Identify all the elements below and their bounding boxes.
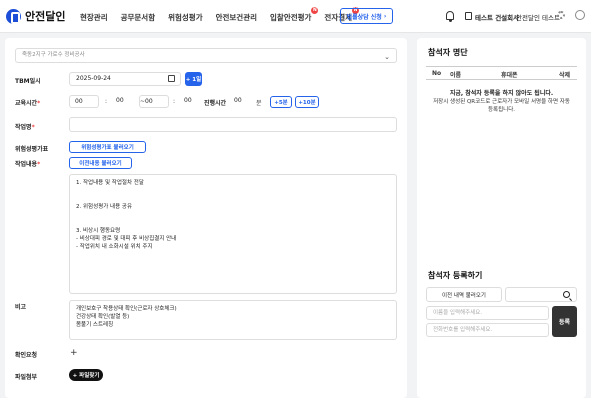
logo-icon — [6, 8, 21, 24]
tbm-label: TBM일시 — [15, 78, 41, 85]
note-label: 비고 — [15, 304, 27, 311]
search-input[interactable] — [505, 287, 577, 302]
note-textarea[interactable]: 개인보호구 착용상태 확인(근로자 상호체크) 건강상태 확인(발열 등) 몸풀… — [69, 300, 397, 340]
content-line — [76, 187, 390, 195]
empty-message-title: 지금, 참석자 등록을 하지 않아도 됩니다. — [449, 90, 554, 97]
empty-desc-line: 저장시 생성된 QR코드로 근로자가 모바일 서명을 하면 자동 — [433, 99, 570, 105]
nav-document-box[interactable]: 공무문서함 — [121, 12, 156, 23]
col-phone: 휴대폰 — [501, 72, 518, 79]
duration-input[interactable]: 00 — [229, 95, 254, 108]
attendees-panel: 참석자 명단 No 이름 휴대폰 삭제 지금, 참석자 등록을 하지 않아도 됩… — [417, 38, 586, 398]
duration-label: 진행시간 — [204, 100, 227, 107]
company-name: 테스트 건설회사 — [475, 14, 520, 22]
edu-time-label: 교육시간* — [15, 100, 41, 107]
nav-bid-safety[interactable]: 입찰안전평가 N — [270, 7, 319, 23]
plus-10min-button[interactable]: +10분 — [295, 96, 319, 108]
empty-desc-line: 등록됩니다. — [487, 107, 516, 113]
confirm-request-label: 확인요청 — [15, 352, 38, 359]
phone-placeholder: 전화번호를 입력해주세요. — [433, 327, 493, 333]
time-colon: : — [105, 98, 108, 105]
profile-icon[interactable] — [575, 10, 585, 20]
work-name-label: 작업명* — [15, 124, 35, 131]
time-colon: : — [173, 98, 176, 105]
duration-unit: 분 — [256, 100, 262, 107]
main-nav: 현장관리 공무문서함 위험성평가 안전보건관리 입찰안전평가 N 전자결제 N — [80, 7, 365, 23]
content-line: - 작업위치 내 소화시설 위치 주지 — [76, 244, 153, 250]
content-line: 2. 위험성평가 내용 공유 — [76, 204, 133, 210]
chevron-down-icon: ⌄ — [384, 53, 390, 61]
attendees-table-header: No 이름 휴대폰 삭제 — [426, 66, 577, 80]
start-hour-input[interactable]: 00 — [69, 95, 99, 108]
end-hour-input[interactable]: 00 — [139, 95, 169, 108]
content-line: 3. 비상시 행동요령 — [76, 228, 121, 234]
site-select[interactable]: 죽동2지구 가로수 정비공사 ⌄ — [15, 48, 397, 63]
tbm-date-input[interactable]: 2025-09-24 — [69, 72, 181, 86]
building-icon — [465, 12, 472, 20]
nav-safety-health[interactable]: 안전보건관리 — [216, 12, 257, 23]
col-name: 이름 — [450, 72, 462, 79]
work-name-text: 작업명 — [15, 124, 32, 131]
content-line: - 비상대피 경로 및 대피 후 비상집결지 안내 — [76, 236, 177, 242]
load-prev-list-button[interactable]: 이전 내역 불러오기 — [426, 287, 502, 302]
attach-label: 파일첨부 — [15, 374, 38, 381]
nav-risk-assessment[interactable]: 위험성평가 — [168, 12, 203, 23]
calendar-icon[interactable] — [168, 75, 175, 82]
content-line: 1. 작업내용 및 작업절차 전달 — [76, 180, 144, 186]
find-file-button[interactable]: + 파일찾기 — [69, 369, 103, 381]
search-icon[interactable] — [563, 291, 570, 298]
content-line — [76, 219, 390, 227]
work-content-text: 작업내용 — [15, 161, 38, 168]
register-title: 참석자 등록하기 — [428, 271, 483, 280]
site-select-value: 죽동2지구 가로수 정비공사 — [22, 52, 85, 58]
phone-input[interactable]: 전화번호를 입력해주세요. — [426, 323, 549, 337]
add-confirm-button[interactable]: + — [70, 348, 78, 358]
legal-consult-button[interactable]: 법률상담 신청 › — [340, 8, 393, 24]
user-name: 안전달인 테스트 — [516, 14, 560, 22]
note-line: 건강상태 확인(발열 등) — [76, 314, 130, 320]
load-risk-table-button[interactable]: 위험성평가표 불러오기 — [69, 141, 146, 153]
nav-site-management[interactable]: 현장관리 — [80, 12, 108, 23]
legal-consult-label: 법률상담 신청 — [346, 13, 382, 21]
content-line — [76, 195, 390, 203]
col-no: No — [432, 70, 442, 77]
logo[interactable]: 안전달인 — [6, 8, 65, 24]
col-delete: 삭제 — [559, 72, 571, 79]
gear-icon[interactable] — [557, 11, 565, 19]
note-line: 몸풀기 스트레칭 — [76, 322, 114, 328]
edu-time-text: 교육시간 — [15, 100, 38, 107]
plus-5min-button[interactable]: +5분 — [270, 96, 292, 108]
name-placeholder: 이름을 입력해주세요. — [433, 310, 483, 316]
start-min-input[interactable]: 00 — [111, 95, 137, 108]
end-min-input[interactable]: 00 — [179, 95, 201, 108]
logo-text: 안전달인 — [25, 10, 66, 23]
tbm-form-panel: 죽동2지구 가로수 정비공사 ⌄ TBM일시 2025-09-24 + 1일 교… — [5, 38, 407, 398]
work-content-textarea[interactable]: 1. 작업내용 및 작업절차 전달 2. 위험성평가 내용 공유 3. 비상시 … — [69, 174, 397, 294]
tbm-date-value: 2025-09-24 — [76, 75, 111, 82]
top-header: 안전달인 현장관리 공무문서함 위험성평가 안전보건관리 입찰안전평가 N 전자결… — [0, 0, 591, 33]
work-name-input[interactable] — [69, 117, 397, 132]
register-button[interactable]: 등록 — [552, 306, 577, 337]
new-badge: N — [311, 7, 319, 14]
work-content-label: 작업내용* — [15, 161, 41, 168]
nav-bid-safety-label: 입찰안전평가 — [270, 13, 312, 22]
name-input[interactable]: 이름을 입력해주세요. — [426, 306, 549, 320]
bell-icon[interactable] — [446, 11, 454, 22]
empty-message-desc: 저장시 생성된 QR코드로 근로자가 모바일 서명을 하면 자동 등록됩니다. — [426, 98, 577, 114]
plus-day-button[interactable]: + 1일 — [185, 72, 202, 86]
attendees-title: 참석자 명단 — [428, 48, 468, 57]
load-previous-button[interactable]: 이전내용 불러오기 — [69, 157, 132, 169]
note-line: 개인보호구 착용상태 확인(근로자 상호체크) — [76, 306, 177, 312]
risk-table-label: 위험성평가표 — [15, 146, 49, 153]
content-line — [76, 211, 390, 219]
